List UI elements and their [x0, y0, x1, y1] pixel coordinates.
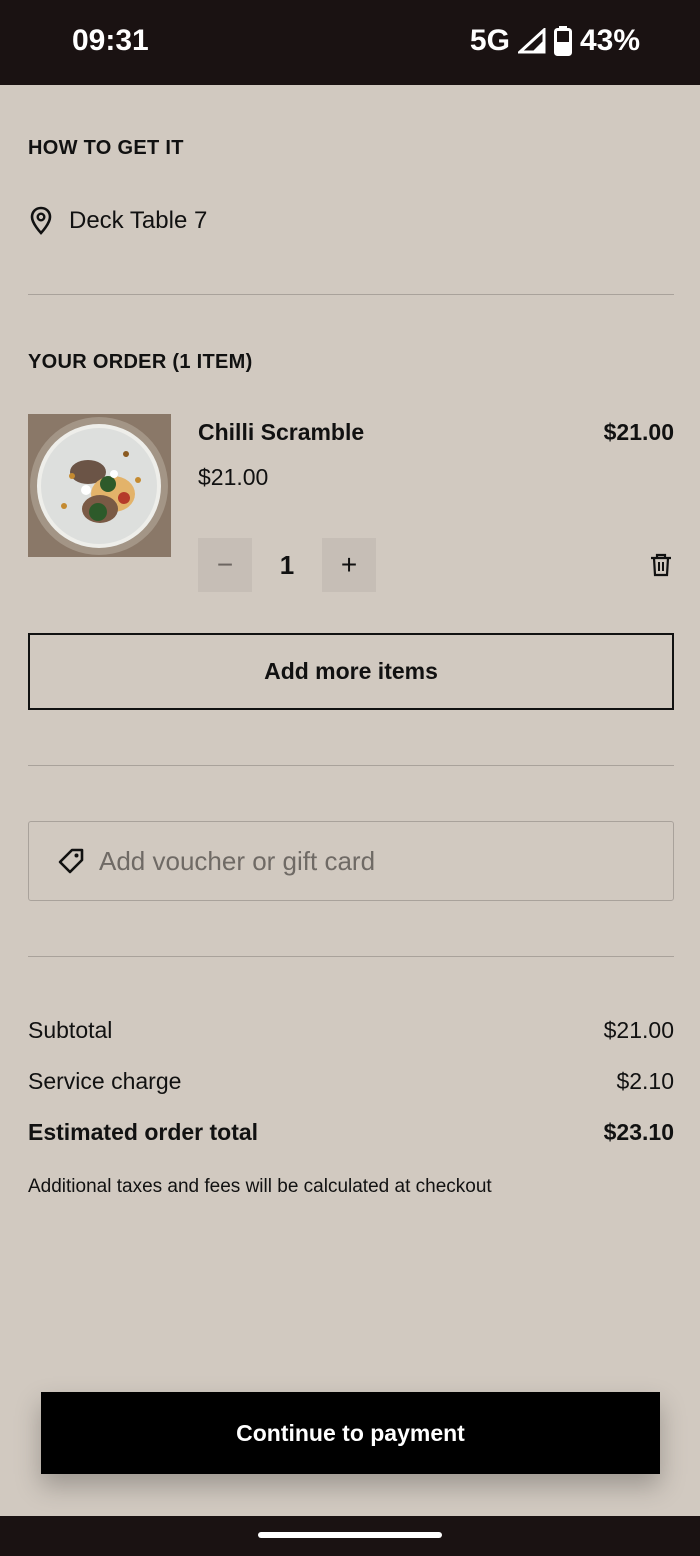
- item-unit-price: $21.00: [198, 464, 269, 490]
- divider: [28, 294, 674, 295]
- voucher-field[interactable]: Add voucher or gift card: [28, 821, 674, 901]
- voucher-placeholder: Add voucher or gift card: [99, 845, 376, 876]
- item-total-price: $21.00: [603, 419, 674, 445]
- item-thumbnail[interactable]: [28, 414, 171, 557]
- order-total-row: Estimated order total $23.10: [28, 1119, 674, 1146]
- order-section-title: YOUR ORDER (1 ITEM): [28, 351, 253, 373]
- remove-item-button[interactable]: [650, 553, 672, 582]
- location-text: Deck Table 7: [69, 207, 208, 234]
- divider: [28, 765, 674, 766]
- subtotal-label: Subtotal: [28, 1017, 113, 1043]
- location-pin-icon: [30, 206, 52, 235]
- order-total-value: $23.10: [603, 1119, 674, 1145]
- item-name: Chilli Scramble: [198, 419, 365, 445]
- subtotal-row: Subtotal $21.00: [28, 1017, 674, 1044]
- location-row[interactable]: Deck Table 7: [28, 206, 674, 236]
- checkout-content: HOW TO GET IT Deck Table 7 YOUR ORDER (1…: [28, 85, 674, 1198]
- home-gesture-handle[interactable]: [258, 1532, 442, 1538]
- totals-section: Subtotal $21.00 Service charge $2.10 Est…: [28, 1017, 674, 1198]
- service-charge-label: Service charge: [28, 1068, 182, 1094]
- divider: [28, 956, 674, 957]
- status-time: 09:31: [72, 24, 149, 57]
- battery-icon: [553, 26, 572, 56]
- quantity-stepper: − 1 +: [198, 538, 376, 592]
- continue-to-payment-button[interactable]: Continue to payment: [41, 1392, 660, 1474]
- navigation-bar: [0, 1516, 700, 1556]
- signal-icon: [517, 28, 546, 54]
- service-charge-row: Service charge $2.10: [28, 1068, 674, 1095]
- trash-icon: [651, 553, 671, 577]
- network-label: 5G: [469, 24, 510, 57]
- increase-quantity-button[interactable]: +: [322, 538, 376, 592]
- plus-icon: +: [340, 549, 358, 580]
- service-charge-value: $2.10: [616, 1068, 674, 1094]
- tag-icon: [58, 848, 84, 874]
- status-bar: 09:31 5G 43%: [0, 0, 700, 85]
- quantity-value: 1: [279, 549, 295, 580]
- subtotal-value: $21.00: [603, 1017, 674, 1043]
- food-image: [28, 414, 171, 557]
- status-right: 5G 43%: [470, 24, 640, 58]
- add-more-items-button[interactable]: Add more items: [28, 633, 674, 710]
- delivery-section-title: HOW TO GET IT: [28, 137, 184, 159]
- order-item: Chilli Scramble $21.00 $21.00 − 1 +: [28, 414, 674, 604]
- minus-icon: −: [216, 549, 234, 580]
- battery-label: 43%: [579, 24, 640, 57]
- order-total-label: Estimated order total: [28, 1119, 259, 1145]
- checkout-note: Additional taxes and fees will be calcul…: [28, 1176, 492, 1197]
- decrease-quantity-button[interactable]: −: [198, 538, 252, 592]
